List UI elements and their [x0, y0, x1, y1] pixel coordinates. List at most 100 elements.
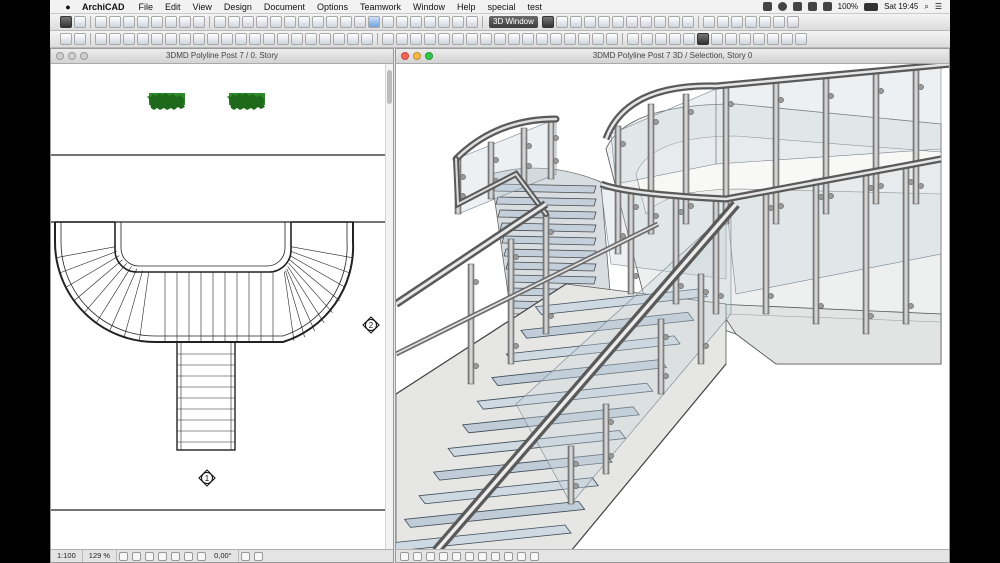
structure-icon[interactable] — [767, 33, 779, 45]
shading-icon[interactable] — [625, 16, 638, 28]
zone-tool-icon[interactable] — [410, 16, 422, 28]
floor-plan-scrollbar[interactable] — [385, 64, 393, 549]
camera-icon[interactable] — [583, 16, 596, 28]
straight-stair[interactable] — [176, 341, 236, 451]
teamwork-icon[interactable] — [758, 16, 771, 28]
copy-icon[interactable] — [165, 16, 177, 28]
angle-readout[interactable]: 0,00° — [208, 550, 239, 562]
resize-icon[interactable] — [466, 33, 478, 45]
3d-stair-model[interactable] — [396, 64, 949, 549]
railing-post[interactable] — [542, 213, 550, 335]
fill-tool-icon[interactable] — [270, 16, 282, 28]
grid-tool-icon[interactable] — [137, 33, 149, 45]
door-tool-icon[interactable] — [382, 16, 394, 28]
line-tool-icon[interactable] — [249, 33, 261, 45]
railing-post[interactable] — [722, 85, 730, 225]
stair-tool-icon[interactable] — [242, 16, 254, 28]
paste-icon[interactable] — [179, 16, 191, 28]
record-icon[interactable] — [777, 2, 787, 11]
3d-box-icon[interactable] — [60, 16, 72, 28]
3d-view-mode-icon[interactable] — [400, 551, 409, 561]
close-button[interactable] — [401, 52, 409, 60]
scale-readout[interactable]: 1:100 — [51, 550, 83, 562]
label-tool-icon[interactable] — [235, 33, 247, 45]
menu-file[interactable]: File — [133, 2, 160, 12]
cutaway-icon[interactable] — [667, 16, 680, 28]
corner-window-icon[interactable] — [165, 33, 177, 45]
railing-post[interactable] — [647, 103, 655, 235]
railing-post[interactable] — [520, 127, 528, 185]
menu-special[interactable]: special — [482, 2, 522, 12]
change-tool-icon[interactable] — [361, 33, 373, 45]
wireframe-icon[interactable] — [639, 16, 652, 28]
previous-view-icon[interactable] — [184, 551, 194, 561]
railing-post[interactable] — [772, 81, 780, 225]
zoom-button[interactable] — [80, 52, 88, 60]
window-tool-icon[interactable] — [368, 16, 380, 28]
zoom-button[interactable] — [425, 52, 433, 60]
skylight-tool-icon[interactable] — [151, 33, 163, 45]
menu-teamwork[interactable]: Teamwork — [354, 2, 407, 12]
wall-end-icon[interactable] — [179, 33, 191, 45]
spotlight-search-icon[interactable]: ⌕ — [924, 2, 928, 12]
floor-plan-title-bar[interactable]: 3DMD Polyline Post 7 / 0. Story — [51, 49, 393, 64]
railing-post[interactable] — [762, 189, 770, 315]
distribute-icon[interactable] — [606, 33, 618, 45]
arrow-tool-icon[interactable] — [60, 33, 72, 45]
home-icon[interactable] — [438, 16, 450, 28]
section-marker-1[interactable]: 1 — [198, 469, 216, 487]
fit-in-window-icon[interactable] — [158, 551, 168, 561]
marquee-tool-icon[interactable] — [74, 33, 86, 45]
railing-post[interactable] — [682, 93, 690, 225]
railing-post[interactable] — [602, 403, 610, 475]
list-icon[interactable] — [730, 16, 743, 28]
railing-post[interactable] — [627, 188, 635, 295]
explore-icon[interactable] — [504, 551, 513, 561]
elevation-icon[interactable] — [466, 16, 478, 28]
view-top-icon[interactable] — [683, 33, 695, 45]
zoom-in-icon[interactable] — [132, 551, 142, 561]
railing-post[interactable] — [567, 445, 575, 505]
move-icon[interactable] — [382, 33, 394, 45]
railing-post[interactable] — [872, 72, 880, 205]
monitor-icon[interactable] — [762, 2, 772, 11]
stretch-icon[interactable] — [452, 33, 464, 45]
snapshot-icon[interactable] — [772, 16, 785, 28]
menu-options[interactable]: Options — [311, 2, 354, 12]
app-name-menu[interactable]: ArchiCAD — [76, 2, 133, 12]
walk-icon[interactable] — [569, 16, 582, 28]
view-left-icon[interactable] — [655, 33, 667, 45]
save-icon[interactable] — [123, 16, 135, 28]
intersect-icon[interactable] — [508, 33, 520, 45]
slab-tool-icon[interactable] — [284, 16, 296, 28]
railing-post[interactable] — [822, 77, 830, 215]
object-tool-icon[interactable] — [340, 16, 352, 28]
railing-post[interactable] — [507, 238, 515, 365]
text-tool-icon[interactable] — [221, 33, 233, 45]
layer-combo-icon[interactable] — [711, 33, 723, 45]
undo-icon[interactable] — [193, 16, 205, 28]
column-tool-icon[interactable] — [109, 33, 121, 45]
print-icon[interactable] — [137, 16, 149, 28]
3d-window-title-bar[interactable]: 3DMD Polyline Post 7 3D / Selection, Sto… — [396, 49, 949, 64]
view-back-icon[interactable] — [641, 33, 653, 45]
railing-post[interactable] — [672, 193, 680, 305]
zoom-extents-icon[interactable] — [530, 551, 539, 561]
morph-tool-icon[interactable] — [326, 16, 338, 28]
hotspot-tool-icon[interactable] — [305, 33, 317, 45]
open-file-icon[interactable] — [109, 16, 121, 28]
menu-window[interactable]: Window — [407, 2, 451, 12]
arc-tool-icon[interactable] — [263, 33, 275, 45]
view-right-icon[interactable] — [669, 33, 681, 45]
menu-design[interactable]: Design — [218, 2, 258, 12]
level-dimension-icon[interactable] — [207, 33, 219, 45]
apple-icon[interactable]: ● — [60, 2, 76, 12]
bluetooth-icon[interactable] — [807, 2, 817, 11]
clock[interactable]: Sat 19:45 — [884, 2, 918, 11]
menu-edit[interactable]: Edit — [159, 2, 187, 12]
plant-icon[interactable] — [227, 93, 265, 110]
close-button[interactable] — [56, 52, 64, 60]
floor-plan-drawing[interactable]: 2 1 — [51, 64, 387, 549]
menu-test[interactable]: test — [522, 2, 549, 12]
rotate-icon[interactable] — [396, 33, 408, 45]
